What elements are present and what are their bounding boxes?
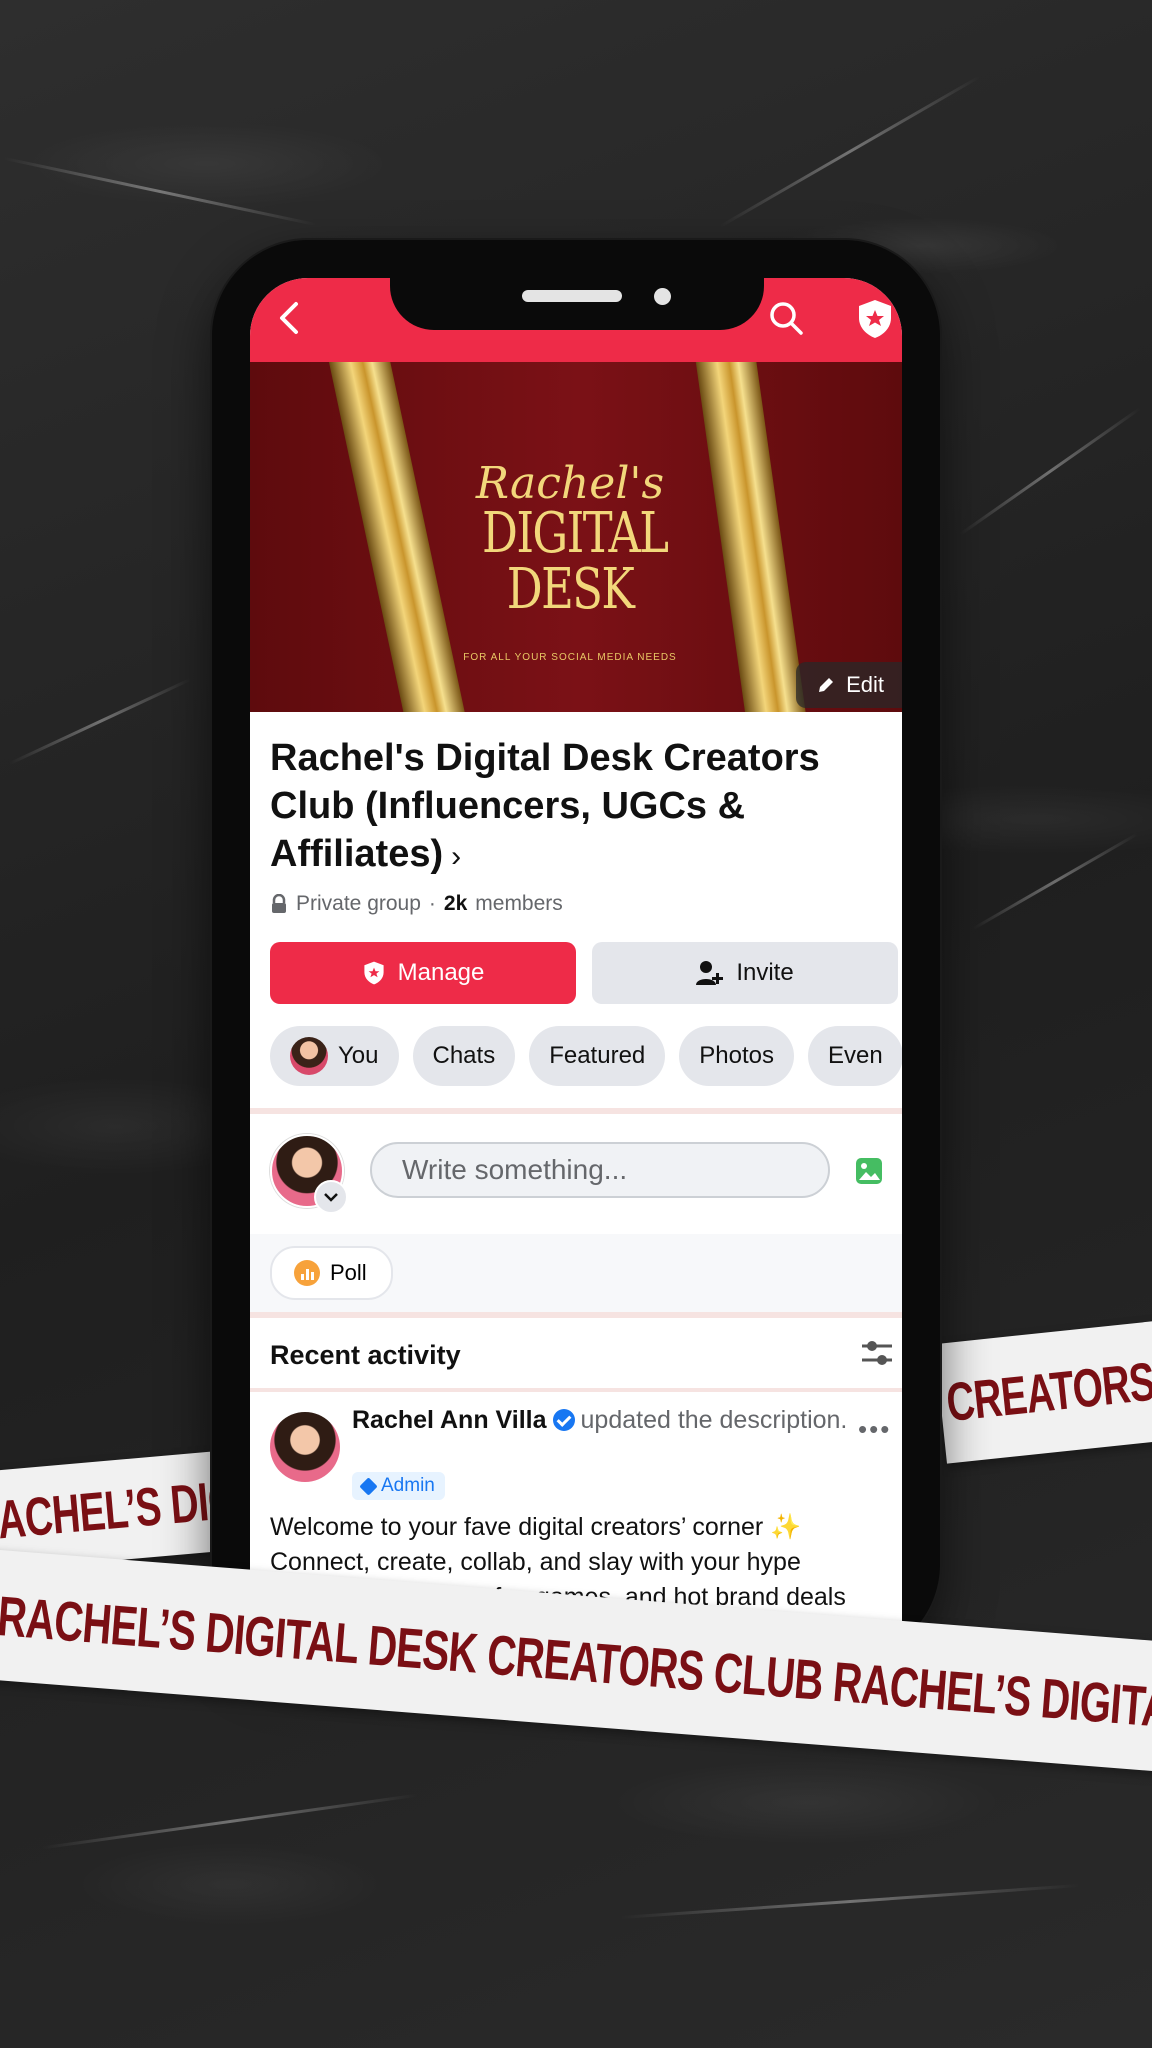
search-icon[interactable] [768, 300, 804, 336]
group-tabs: You Chats Featured Photos Even [270, 1026, 902, 1086]
cover-tagline: FOR ALL YOUR SOCIAL MEDIA NEEDS [463, 652, 677, 663]
tab-events[interactable]: Even [807, 1026, 902, 1086]
chevron-down-icon[interactable] [314, 1180, 348, 1214]
poll-label: Poll [330, 1260, 367, 1285]
lock-icon [272, 894, 286, 913]
post-composer: Write something... [250, 1116, 902, 1228]
speaker-grille [522, 290, 622, 302]
phone-notch [390, 240, 764, 330]
members-label[interactable]: members [475, 892, 563, 916]
admin-badge: Admin [352, 1472, 445, 1500]
tab-photos[interactable]: Photos [679, 1026, 794, 1086]
tab-featured[interactable]: Featured [529, 1026, 666, 1086]
tab-label: Photos [699, 1042, 774, 1069]
write-something-input[interactable]: Write something... [370, 1142, 830, 1198]
section-divider [250, 1388, 902, 1392]
phone-screen: Rachel's DIGITAL DESK FOR ALL YOUR SOCIA… [250, 278, 902, 1643]
front-camera [654, 288, 671, 305]
recent-activity-heading: Recent activity [270, 1340, 461, 1370]
invite-label: Invite [736, 959, 794, 986]
cover-title-line2: DESK [506, 557, 635, 622]
filter-icon[interactable] [860, 1338, 894, 1368]
add-person-icon [696, 961, 724, 985]
post-action: updated the description. [580, 1406, 848, 1434]
meta-separator: · [428, 892, 436, 915]
section-divider [250, 1108, 902, 1114]
more-options-icon[interactable]: ••• [858, 1414, 891, 1445]
avatar [290, 1037, 328, 1075]
group-cover-photo: Rachel's DIGITAL DESK FOR ALL YOUR SOCIA… [250, 362, 902, 712]
edit-cover-button[interactable]: Edit [796, 662, 902, 708]
admin-shield-icon[interactable] [855, 298, 895, 340]
member-count[interactable]: 2k [444, 892, 467, 916]
group-name[interactable]: Rachel's Digital Desk Creators Club (Inf… [270, 734, 870, 881]
post-body-line: Welcome to your fave digital creators’ c… [270, 1513, 802, 1541]
tab-you[interactable]: You [270, 1026, 399, 1086]
post-author[interactable]: Rachel Ann Villa [352, 1406, 547, 1434]
pencil-icon [819, 678, 834, 692]
tab-label: You [338, 1042, 379, 1069]
composer-placeholder: Write something... [402, 1154, 628, 1185]
tab-chats[interactable]: Chats [412, 1026, 516, 1086]
shield-star-icon [364, 961, 384, 985]
composer-shortcuts: Poll [250, 1234, 902, 1312]
cover-title-line1: DIGITAL [482, 501, 669, 566]
group-meta: Private group · 2k members [270, 892, 563, 916]
tab-label: Even [827, 1042, 883, 1069]
edit-label: Edit [846, 672, 884, 697]
chevron-left-icon[interactable] [274, 298, 306, 338]
admin-diamond-icon [359, 1476, 378, 1496]
manage-button[interactable]: Manage [270, 942, 576, 1004]
manage-label: Manage [397, 959, 485, 986]
phone-frame: Rachel's DIGITAL DESK FOR ALL YOUR SOCIA… [212, 240, 940, 1660]
post-header: Rachel Ann Villa updated the description. [352, 1404, 852, 1436]
avatar[interactable] [270, 1412, 340, 1482]
verified-badge-icon [552, 1409, 575, 1431]
poll-button[interactable]: Poll [270, 1246, 393, 1300]
privacy-label: Private group [296, 892, 421, 915]
section-divider [250, 1312, 902, 1318]
poll-icon [294, 1260, 320, 1286]
cover-logo: Rachel's DIGITAL DESK [460, 462, 680, 618]
photo-icon[interactable] [854, 1156, 884, 1186]
post-body-line: Connect, create, collab, and slay with y… [270, 1548, 801, 1576]
group-name-text: Rachel's Digital Desk Creators Club (Inf… [270, 737, 820, 875]
admin-label: Admin [381, 1475, 435, 1496]
tab-label: Chats [432, 1042, 496, 1069]
invite-button[interactable]: Invite [592, 942, 898, 1004]
chevron-right-icon: › [451, 840, 462, 873]
cover-script-title: Rachel's [475, 458, 665, 509]
tab-label: Featured [549, 1042, 646, 1069]
